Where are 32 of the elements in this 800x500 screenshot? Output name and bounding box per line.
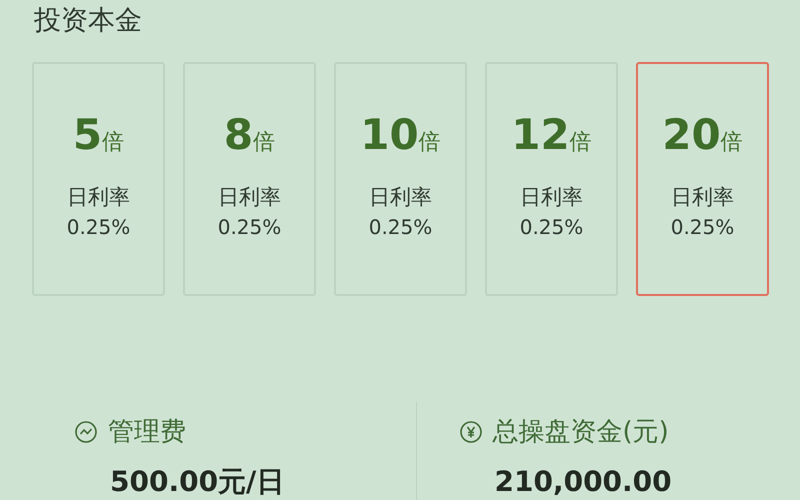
rate-label: 日利率 — [218, 184, 281, 211]
rate-value: 0.25% — [520, 214, 584, 241]
rate-label: 日利率 — [369, 184, 432, 211]
multiplier-unit: 倍 — [253, 129, 276, 157]
stat-value: 210,000.00 — [494, 464, 673, 500]
rate-label: 日利率 — [671, 184, 734, 211]
multiplier-unit: 倍 — [418, 129, 441, 157]
multiplier-value: 8 — [224, 110, 254, 160]
leverage-option[interactable]: 10倍 日利率 0.25% — [334, 62, 467, 296]
multiplier-unit: 倍 — [570, 129, 592, 157]
section-title: 投资本金 — [34, 5, 142, 36]
stat-label: 总操盘资金(元) — [492, 416, 669, 449]
leverage-option[interactable]: 5倍 日利率 0.25% — [32, 62, 165, 296]
yen-icon — [458, 420, 482, 444]
rate-label: 日利率 — [67, 184, 130, 211]
multiplier-unit: 倍 — [720, 129, 743, 157]
multiplier-value: 10 — [360, 110, 419, 160]
rate-label: 日利率 — [520, 184, 583, 211]
multiplier-unit: 倍 — [102, 129, 124, 157]
multiplier-value: 12 — [511, 110, 570, 160]
trend-icon — [74, 420, 98, 444]
rate-value: 0.25% — [368, 214, 432, 241]
stat-value: 500.00元/日 — [109, 464, 286, 500]
leverage-option[interactable]: 12倍 日利率 0.25% — [485, 62, 618, 296]
stat-label: 管理费 — [108, 416, 186, 449]
multiplier-value: 5 — [72, 110, 102, 160]
rate-value: 0.25% — [218, 214, 282, 241]
rate-value: 0.25% — [670, 214, 734, 241]
leverage-option[interactable]: 8倍 日利率 0.25% — [183, 62, 316, 296]
leverage-option[interactable]: 20倍 日利率 0.25% — [636, 62, 769, 296]
rate-value: 0.25% — [66, 214, 130, 241]
multiplier-value: 20 — [662, 110, 721, 160]
